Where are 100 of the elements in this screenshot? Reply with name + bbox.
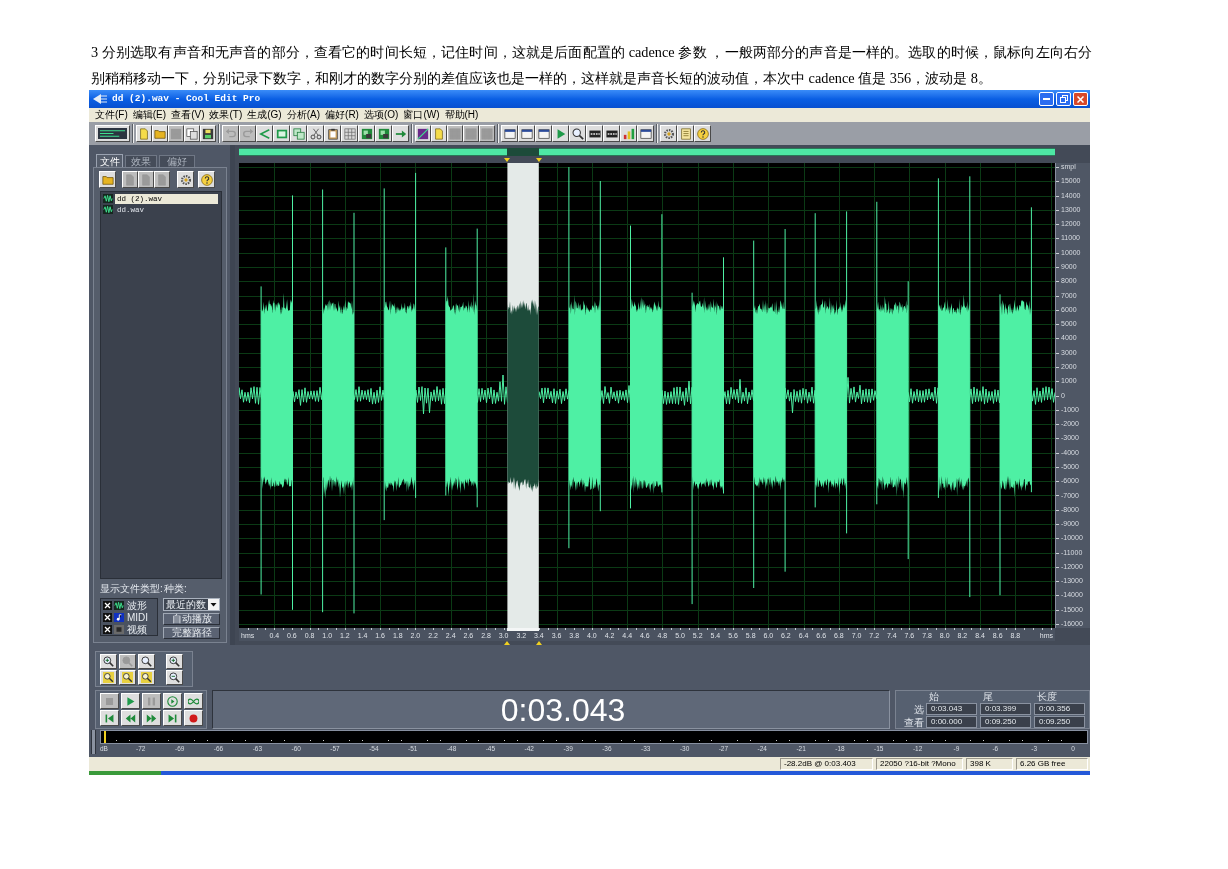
toolbar-button[interactable]	[535, 125, 552, 142]
toolbar-button[interactable]	[152, 125, 168, 142]
restore-button[interactable]	[1056, 92, 1071, 106]
zoom-in-icon	[103, 655, 114, 667]
toolbar-button[interactable]	[431, 125, 447, 142]
toolbar-button[interactable]	[694, 125, 711, 142]
close-icon	[1077, 95, 1084, 103]
magnifier-icon	[141, 671, 152, 683]
menu-item[interactable]: 效果(T)	[209, 108, 243, 122]
toolbar-button[interactable]	[620, 125, 637, 142]
zoom-button[interactable]	[100, 669, 117, 685]
menu-item[interactable]: 选项(O)	[363, 108, 399, 122]
toolbar-button[interactable]	[290, 125, 307, 142]
status-field: 398 K	[966, 758, 1013, 770]
file-types-label: 显示文件类型:	[100, 583, 164, 595]
play-icon	[125, 695, 136, 707]
triangle-marker-icon	[504, 158, 511, 162]
zoom-button[interactable]	[100, 653, 117, 669]
panel-button[interactable]	[198, 171, 215, 188]
magnifier-icon	[103, 671, 114, 683]
sort-dropdown[interactable]: 最近的数	[163, 598, 220, 611]
page-icon	[156, 173, 168, 186]
diagonal-square-icon	[417, 127, 429, 140]
toolbar-button[interactable]	[637, 125, 654, 142]
menu-item[interactable]: 分析(A)	[286, 108, 321, 122]
instruction-paragraph: 3 分别选取有声音和无声音的部分，查看它的时间长短，记住时间，这就是后面配置的 cadence 参数 ，一般两部分的声音是一样的。选取的时候，鼠标向左向右分别稍稍移动一下，分别记录下数字，和刚才的数字分别的差值应该也是一样的，这样就是声音长短的波动值，本次中 cadence 值是 356，波动是 8。	[91, 43, 1092, 88]
menu-item[interactable]: 生成(G)	[247, 108, 282, 122]
menu-item[interactable]: 偏好(R)	[325, 108, 359, 122]
toolbar-button[interactable]	[392, 125, 409, 142]
menu-item[interactable]: 文件(F)	[95, 108, 128, 122]
transport-button[interactable]	[121, 710, 140, 726]
toolbar-button[interactable]	[358, 125, 375, 142]
page-icon	[140, 173, 152, 186]
panel-button[interactable]: 自动播放	[163, 613, 220, 625]
panel-button[interactable]	[177, 171, 194, 188]
toolbar-button[interactable]	[184, 125, 200, 142]
organizer-tab[interactable]: 效果	[125, 155, 157, 167]
transport-button[interactable]	[184, 693, 203, 709]
window-icon	[503, 127, 516, 140]
row-label: 选	[914, 703, 924, 715]
toolbar-button[interactable]	[501, 125, 518, 142]
toolbar-button[interactable]	[415, 125, 431, 142]
notepad-icon	[679, 127, 692, 140]
zoom-button[interactable]	[166, 653, 183, 669]
toolbar-button[interactable]	[586, 125, 603, 142]
menu-item[interactable]: 编辑(E)	[132, 108, 167, 122]
panel-button[interactable]: 完整路径	[163, 627, 220, 639]
toolbar-button[interactable]	[660, 125, 677, 142]
zoom-out-icon	[169, 671, 180, 683]
page-icon	[433, 127, 445, 140]
display-panel-icon	[98, 128, 127, 139]
toolbar-button[interactable]	[200, 125, 216, 142]
zoom-button[interactable]	[119, 669, 136, 685]
panel-button[interactable]	[99, 171, 116, 188]
organizer-tab[interactable]: 文件	[96, 154, 123, 167]
toolbar-button[interactable]	[569, 125, 586, 142]
toolbar-button[interactable]	[324, 125, 341, 142]
transport-button[interactable]	[142, 710, 161, 726]
folder-icon	[101, 173, 114, 186]
grip-handle[interactable]	[91, 730, 96, 754]
zoom-button[interactable]	[166, 669, 183, 685]
toolbar-button[interactable]	[95, 125, 130, 142]
peak-marker	[104, 731, 106, 743]
toolbar-button[interactable]	[603, 125, 620, 142]
organizer-tab[interactable]: 偏好	[159, 155, 195, 167]
menu-item[interactable]: 帮助(H)	[444, 108, 479, 122]
checkbox[interactable]	[103, 601, 112, 610]
checkbox[interactable]	[103, 613, 112, 622]
transport-button[interactable]	[163, 710, 182, 726]
time-field: 0:00.000	[926, 716, 977, 728]
zoom-button[interactable]	[138, 653, 155, 669]
toolbar-button[interactable]	[273, 125, 290, 142]
time-field: 0:03.043	[926, 703, 977, 715]
toolbar-button[interactable]	[341, 125, 358, 142]
toolbar-button[interactable]	[375, 125, 392, 142]
transport-button[interactable]	[121, 693, 140, 709]
checkbox[interactable]	[103, 625, 112, 634]
toolbar-button[interactable]	[552, 125, 569, 142]
start-button[interactable]	[89, 771, 161, 775]
clipboard-icon	[326, 127, 339, 140]
toolbar-button[interactable]	[307, 125, 324, 142]
window-icon	[639, 127, 652, 140]
column-header: 始	[929, 691, 939, 702]
toolbar-button[interactable]	[136, 125, 152, 142]
square-icon	[114, 625, 124, 634]
toolbar-button[interactable]	[677, 125, 694, 142]
zoom-button[interactable]	[138, 669, 155, 685]
file-type-label: 波形	[127, 600, 147, 611]
close-button[interactable]	[1073, 92, 1088, 106]
toolbar-button[interactable]	[256, 125, 273, 142]
minimize-button[interactable]	[1039, 92, 1054, 106]
transport-button[interactable]	[184, 710, 203, 726]
transport-button[interactable]	[100, 710, 119, 726]
toolbar-button[interactable]	[518, 125, 535, 142]
transport-button[interactable]	[163, 693, 182, 709]
zoom-out-icon	[122, 655, 133, 667]
menu-item[interactable]: 窗口(W)	[403, 108, 440, 122]
magnifier-icon	[141, 655, 152, 667]
menu-item[interactable]: 查看(V)	[171, 108, 205, 122]
stop-icon	[104, 695, 115, 707]
